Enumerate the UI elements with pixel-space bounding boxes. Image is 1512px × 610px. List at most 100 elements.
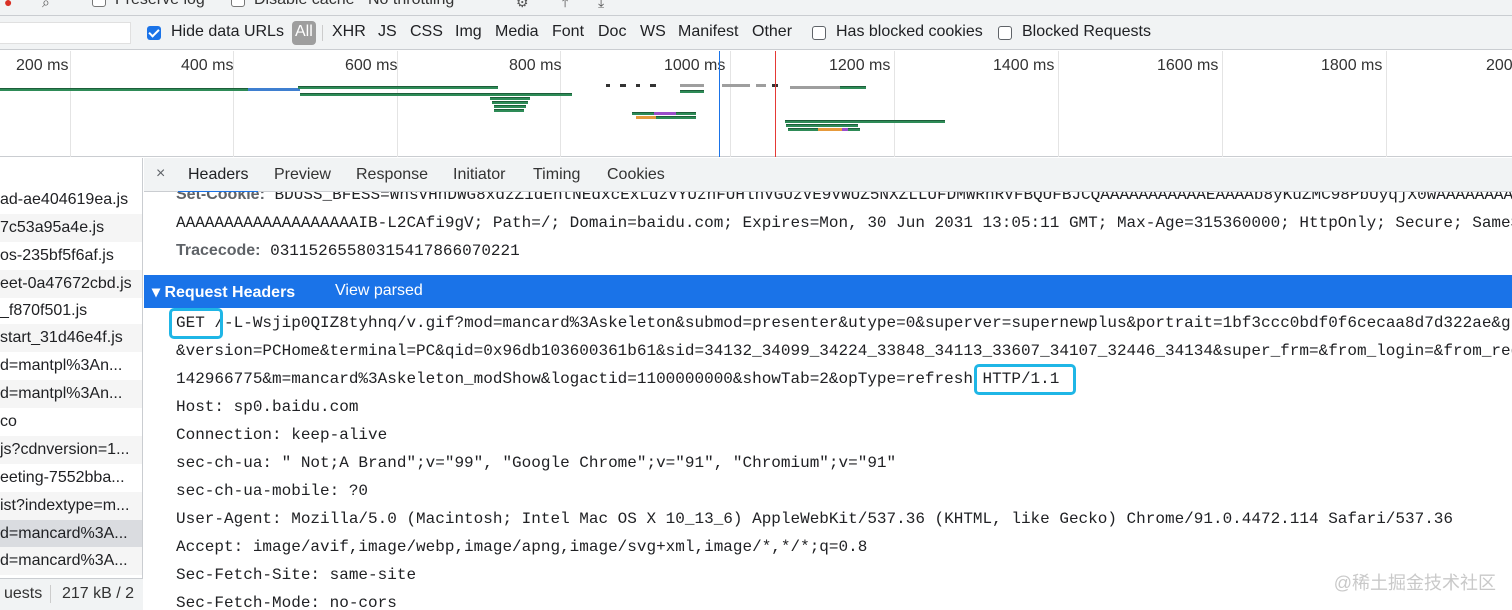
header-key: Set-Cookie: xyxy=(176,192,265,203)
timeline-gridline xyxy=(1058,51,1059,157)
request-row[interactable]: start_31d46e4f.js xyxy=(0,324,142,352)
timeline-request-bar xyxy=(848,128,860,131)
timeline-request-bar xyxy=(656,116,696,119)
type-filter-manifest[interactable]: Manifest xyxy=(678,23,738,41)
search-icon[interactable]: ⌕ xyxy=(42,0,50,11)
request-row[interactable]: _f870f501.js xyxy=(0,297,142,325)
request-row[interactable]: eet-0a47672cbd.js xyxy=(0,270,142,298)
tab-initiator[interactable]: Initiator xyxy=(453,166,505,184)
watermark: @稀土掘金技术社区 xyxy=(1333,573,1496,593)
section-title[interactable]: ▾ Request Headers xyxy=(152,282,295,302)
overview-timeline[interactable]: 200 ms 400 ms 600 ms 800 ms 1000 ms 1200… xyxy=(0,51,1512,157)
request-header-line: Host: sp0.baidu.com xyxy=(176,398,359,416)
timeline-tick-label: 1800 ms xyxy=(1321,57,1383,74)
request-row[interactable]: d=mancard%3A... xyxy=(0,547,142,575)
request-path-end: 142966775&m=mancard%3Askeleton_modShow&l… xyxy=(176,370,1059,388)
request-row-selected[interactable]: d=mancard%3A... xyxy=(0,520,142,548)
timeline-request-bar xyxy=(606,84,610,87)
timeline-request-bar xyxy=(636,116,656,119)
tab-response[interactable]: Response xyxy=(356,166,428,184)
request-row[interactable]: ist?indextype=m... xyxy=(0,492,142,520)
preserve-log-checkbox[interactable] xyxy=(92,0,106,7)
request-line: GET /-L-Wsjip0QIZ8tyhnq/v.gif?mod=mancar… xyxy=(176,314,1511,332)
has-blocked-cookies-checkbox[interactable] xyxy=(812,26,826,40)
timeline-request-bar xyxy=(722,84,750,87)
timeline-request-bar xyxy=(818,128,842,131)
type-filter-js[interactable]: JS xyxy=(378,23,397,41)
request-row[interactable]: co xyxy=(0,408,142,436)
request-row[interactable]: d=mantpl%3An... xyxy=(0,380,142,408)
header-line-set-cookie: Set-Cookie: BDUSS_BFESS=WhsVHhDWG8xdzZ1d… xyxy=(176,192,1512,204)
hide-data-urls-checkbox[interactable] xyxy=(147,26,161,40)
timeline-request-bar xyxy=(680,90,704,93)
tab-cookies[interactable]: Cookies xyxy=(607,166,665,184)
http-version-highlight xyxy=(974,364,1076,395)
request-path: /-L-Wsjip0QIZ8tyhnq/v.gif?mod=mancard%3A… xyxy=(214,314,1511,332)
request-header-line: sec-ch-ua: " Not;A Brand";v="99", "Googl… xyxy=(176,454,897,472)
timeline-gridline xyxy=(1386,51,1387,157)
request-row[interactable]: os-235bf5f6af.js xyxy=(0,242,142,270)
export-har-icon[interactable]: ⤓ xyxy=(598,0,604,11)
header-line-tracecode: Tracecode: 03115265580315417866070221 xyxy=(176,242,520,260)
timeline-tick-label: 800 ms xyxy=(509,57,562,74)
tab-preview[interactable]: Preview xyxy=(274,166,331,184)
request-header-line: Connection: keep-alive xyxy=(176,426,388,444)
type-filter-all[interactable]: All xyxy=(292,21,316,45)
close-icon[interactable]: × xyxy=(156,165,165,183)
tab-headers[interactable]: Headers xyxy=(177,166,260,193)
throttling-select[interactable]: No throttling xyxy=(368,0,454,9)
view-parsed-link[interactable]: View parsed xyxy=(335,282,423,300)
type-filter-other[interactable]: Other xyxy=(752,23,792,41)
request-row[interactable]: eeting-7552bba... xyxy=(0,464,142,492)
request-count: uests xyxy=(4,585,43,602)
timeline-request-bar xyxy=(650,84,656,87)
transfer-size: 217 kB / 2 xyxy=(62,585,135,602)
request-row[interactable]: d=mantpl%3An... xyxy=(0,352,142,380)
header-value: 03115265580315417866070221 xyxy=(270,242,520,260)
type-filter-img[interactable]: Img xyxy=(455,23,482,41)
request-row[interactable]: 7c53a95a4e.js xyxy=(0,214,142,242)
disable-cache-label: Disable cache xyxy=(254,0,355,9)
request-headers-section-header[interactable]: ▾ Request Headers View parsed xyxy=(144,275,1512,308)
type-filter-font[interactable]: Font xyxy=(552,23,584,41)
timeline-request-bar xyxy=(680,84,704,87)
request-row[interactable]: ad-ae404619ea.js xyxy=(0,186,142,214)
timeline-tick-label: 1000 ms xyxy=(664,57,726,74)
filter-input[interactable] xyxy=(0,22,131,44)
type-filter-css[interactable]: CSS xyxy=(410,23,443,41)
timeline-request-bar xyxy=(786,124,858,127)
hide-data-urls-label: Hide data URLs xyxy=(171,23,284,40)
timeline-request-bar xyxy=(492,101,528,104)
tab-timing[interactable]: Timing xyxy=(533,166,580,184)
timeline-tick-label: 200 xyxy=(1486,57,1512,74)
timeline-request-bar xyxy=(654,112,676,115)
timeline-request-bar xyxy=(300,93,572,96)
timeline-tick-label: 1400 ms xyxy=(993,57,1055,74)
type-filter-doc[interactable]: Doc xyxy=(598,23,626,41)
timeline-request-bar xyxy=(785,120,945,123)
disable-cache-checkbox[interactable] xyxy=(231,0,245,7)
timeline-request-bar xyxy=(676,112,696,115)
request-list: ad-ae404619ea.js 7c53a95a4e.js os-235bf5… xyxy=(0,158,143,610)
timeline-request-bar xyxy=(0,88,250,91)
network-conditions-icon[interactable]: ⚙ xyxy=(516,0,529,11)
request-header-line: User-Agent: Mozilla/5.0 (Macintosh; Inte… xyxy=(176,510,1454,528)
timeline-request-bar xyxy=(620,84,626,87)
network-summary-bar: uests 217 kB / 2 xyxy=(0,578,143,610)
request-row[interactable]: js?cdnversion=1... xyxy=(0,436,142,464)
timeline-request-bar xyxy=(490,97,530,100)
blocked-requests-checkbox[interactable] xyxy=(998,26,1012,40)
type-filter-xhr[interactable]: XHR xyxy=(332,23,366,41)
timeline-tick-label: 600 ms xyxy=(345,57,398,74)
load-event-marker xyxy=(775,51,776,157)
timeline-tick-label: 1200 ms xyxy=(829,57,891,74)
type-filter-ws[interactable]: WS xyxy=(640,23,666,41)
request-header-line: Sec-Fetch-Site: same-site xyxy=(176,566,417,584)
summary-divider xyxy=(50,585,51,603)
type-filter-media[interactable]: Media xyxy=(495,23,539,41)
timeline-gridline xyxy=(894,51,895,157)
record-icon[interactable]: ● xyxy=(4,0,12,10)
timeline-gridline xyxy=(1222,51,1223,157)
timeline-request-bar xyxy=(298,86,498,89)
import-har-icon[interactable]: ⤒ xyxy=(562,0,568,11)
